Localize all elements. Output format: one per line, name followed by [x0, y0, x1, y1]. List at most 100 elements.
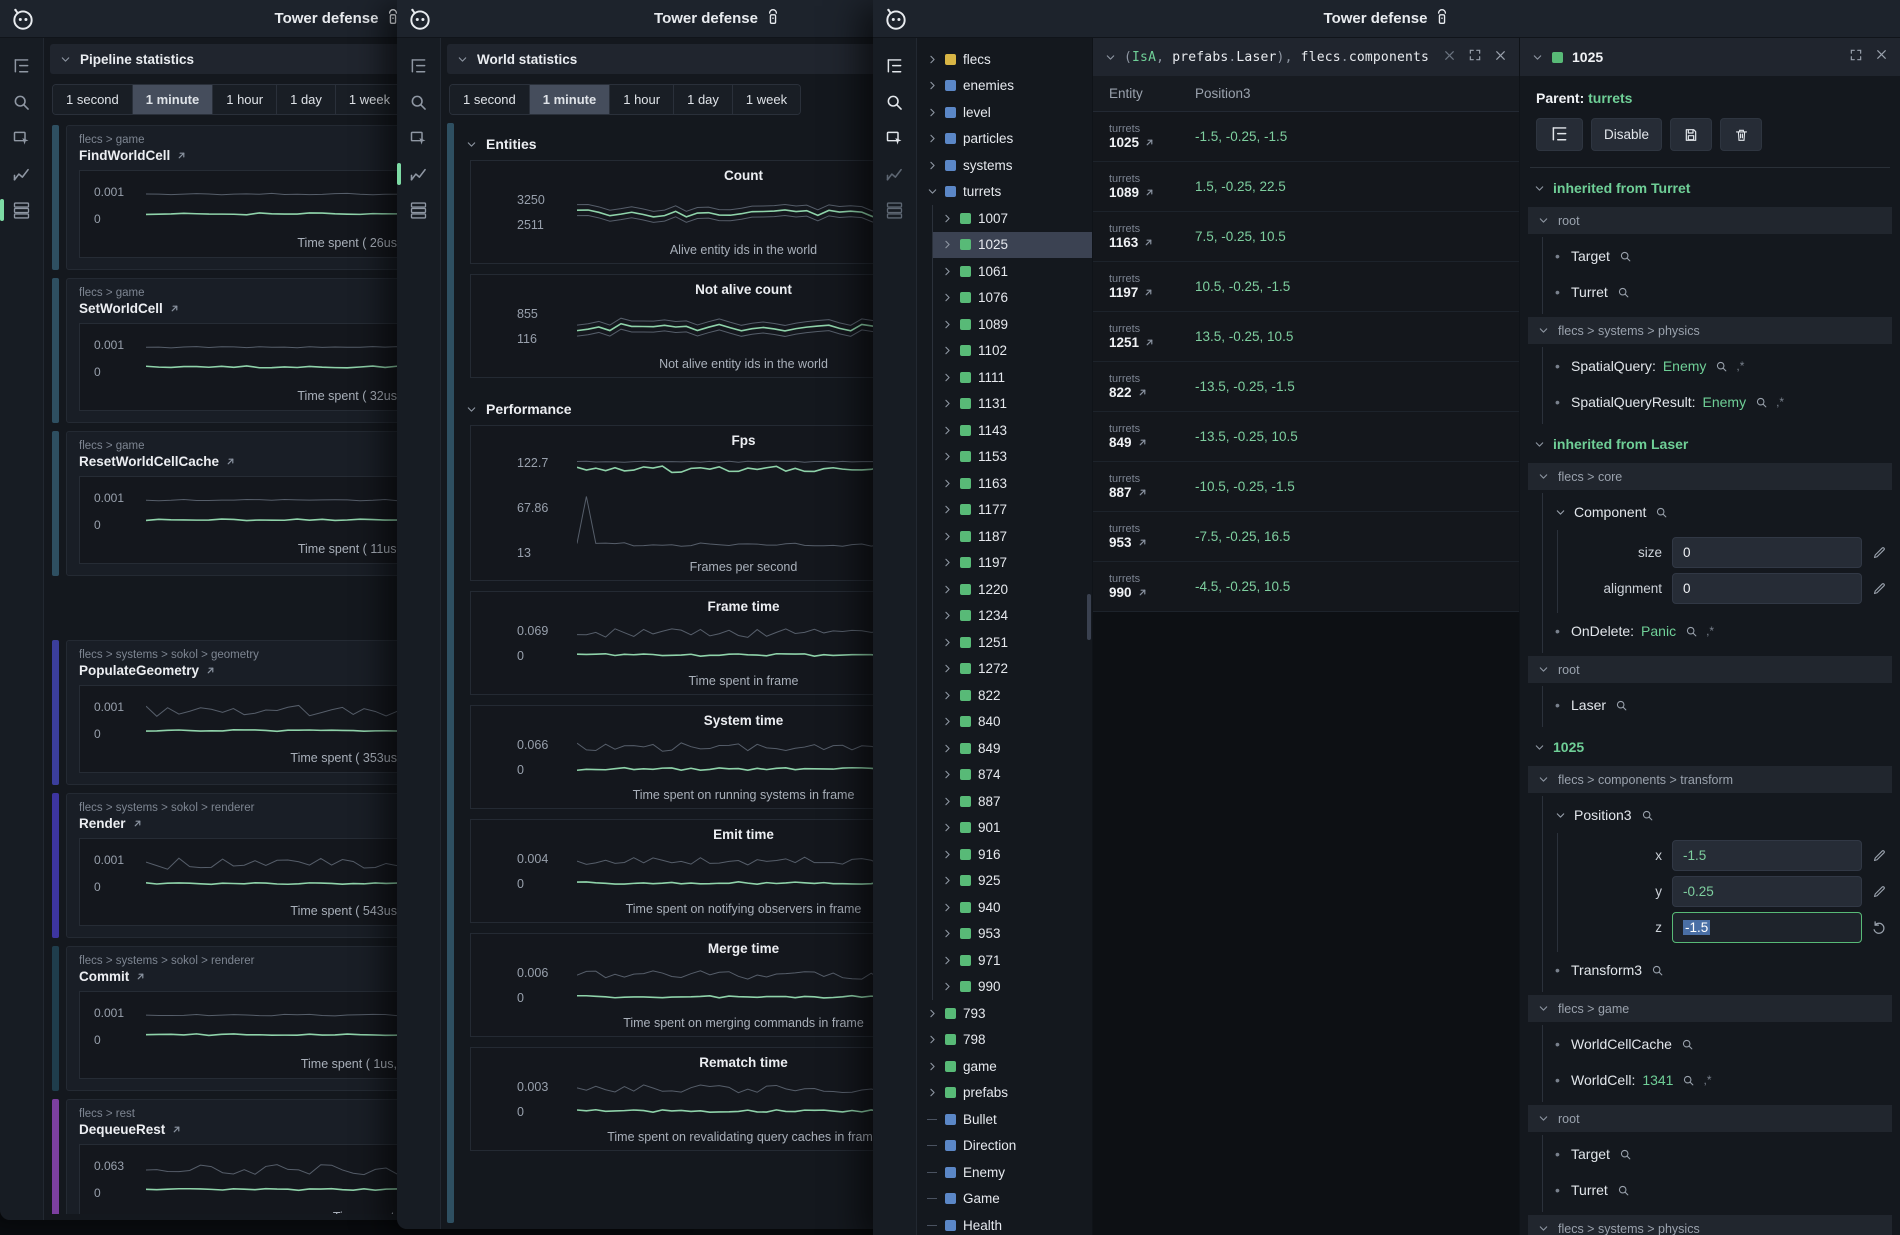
row-entity-id[interactable]: 887 — [1109, 485, 1132, 500]
inspector-section-header[interactable]: 1025 — [1520, 727, 1900, 763]
open-link-icon[interactable] — [135, 971, 146, 982]
tree-item-1007[interactable]: 1007 — [933, 205, 1092, 232]
expand-arrow-icon[interactable] — [942, 690, 953, 701]
chart-title-link[interactable]: FindWorldCell — [79, 148, 170, 163]
open-link-icon[interactable] — [171, 1124, 182, 1135]
row-entity-id[interactable]: 1025 — [1109, 135, 1139, 150]
expand-arrow-icon[interactable] — [942, 743, 953, 754]
time-range-tab[interactable]: 1 day — [277, 85, 336, 114]
pair-target-link[interactable]: 1341 — [1642, 1072, 1673, 1088]
tree-item-822[interactable]: 822 — [933, 682, 1092, 709]
table-sidebar-button[interactable] — [877, 192, 913, 228]
component-group-header[interactable]: flecs > systems > physics — [1528, 1215, 1892, 1235]
tree-item-1089[interactable]: 1089 — [933, 311, 1092, 338]
expand-arrow-icon[interactable] — [942, 981, 953, 992]
row-entity-id[interactable]: 1089 — [1109, 185, 1139, 200]
component-row[interactable]: •Target — [1543, 238, 1900, 274]
tree-item-793[interactable]: 793 — [917, 1000, 1092, 1027]
tree-item-849[interactable]: 849 — [933, 735, 1092, 762]
clear-query-icon[interactable] — [1443, 49, 1456, 66]
chevron-down-icon[interactable] — [1555, 810, 1567, 821]
tree-item-887[interactable]: 887 — [933, 788, 1092, 815]
search-icon[interactable] — [1641, 809, 1654, 822]
tree-item-916[interactable]: 916 — [933, 841, 1092, 868]
search-sidebar-button[interactable] — [4, 84, 40, 120]
open-link-icon[interactable] — [1143, 287, 1154, 298]
expand-arrow-icon[interactable] — [927, 80, 938, 91]
expand-arrow-icon[interactable] — [927, 1034, 938, 1045]
row-entity-id[interactable]: 1251 — [1109, 335, 1139, 350]
expand-arrow-icon[interactable] — [942, 372, 953, 383]
tree-item-1153[interactable]: 1153 — [933, 444, 1092, 471]
time-range-tab[interactable]: 1 second — [53, 85, 133, 114]
expand-arrow-icon[interactable] — [942, 610, 953, 621]
expand-arrow-icon[interactable] — [942, 663, 953, 674]
query-result-row[interactable]: turrets 849 -13.5, -0.25, 10.5 — [1093, 412, 1519, 462]
search-icon[interactable] — [1715, 360, 1728, 373]
delete-button[interactable] — [1720, 118, 1762, 151]
pencil-icon[interactable] — [1872, 848, 1890, 863]
row-entity-id[interactable]: 822 — [1109, 385, 1132, 400]
tree-item-game[interactable]: game — [917, 1053, 1092, 1080]
search-icon[interactable] — [1617, 1184, 1630, 1197]
tree-item-Enemy[interactable]: Enemy — [917, 1159, 1092, 1186]
component-group-header[interactable]: flecs > components > transform — [1528, 766, 1892, 793]
query-result-row[interactable]: turrets 1089 1.5, -0.25, 22.5 — [1093, 162, 1519, 212]
tree-item-990[interactable]: 990 — [933, 974, 1092, 1001]
query-result-row[interactable]: turrets 953 -7.5, -0.25, 16.5 — [1093, 512, 1519, 562]
component-row[interactable]: •WorldCellCache — [1543, 1026, 1900, 1062]
tree-item-turrets[interactable]: turrets — [917, 179, 1092, 206]
expand-arrow-icon[interactable] — [942, 928, 953, 939]
expand-arrow-icon[interactable] — [942, 266, 953, 277]
component-row[interactable]: Component — [1543, 494, 1900, 530]
component-row[interactable]: •Transform3 — [1543, 952, 1900, 988]
time-range-tab[interactable]: 1 week — [336, 85, 403, 114]
tree-item-940[interactable]: 940 — [933, 894, 1092, 921]
time-range-tab[interactable]: 1 second — [450, 85, 530, 114]
query-result-row[interactable]: turrets 1251 13.5, -0.25, 10.5 — [1093, 312, 1519, 362]
tree-scrollbar[interactable] — [1087, 594, 1091, 640]
tree-view-button[interactable] — [1536, 118, 1583, 151]
table-sidebar-button[interactable] — [4, 192, 40, 228]
tree-item-901[interactable]: 901 — [933, 815, 1092, 842]
tree-item-prefabs[interactable]: prefabs — [917, 1080, 1092, 1107]
search-icon[interactable] — [1681, 1038, 1694, 1051]
table-sidebar-button[interactable] — [401, 192, 437, 228]
query-result-row[interactable]: turrets 1025 -1.5, -0.25, -1.5 — [1093, 112, 1519, 162]
tree-item-971[interactable]: 971 — [933, 947, 1092, 974]
field-input-z[interactable]: -1.5 — [1672, 912, 1862, 943]
chart-title-link[interactable]: Render — [79, 816, 126, 831]
expand-arrow-icon[interactable] — [942, 398, 953, 409]
component-row[interactable]: •OnDelete: Panic ,* — [1543, 613, 1900, 649]
chevron-down-icon[interactable] — [1555, 507, 1567, 518]
expand-arrow-icon[interactable] — [942, 716, 953, 727]
select-sidebar-button[interactable] — [877, 120, 913, 156]
query-expression[interactable]: (IsA, prefabs.Laser), flecs.components — [1124, 50, 1435, 65]
tree-item-1177[interactable]: 1177 — [933, 497, 1092, 524]
tree-item-flecs[interactable]: flecs — [917, 46, 1092, 73]
expand-arrow-icon[interactable] — [942, 504, 953, 515]
chart-title-link[interactable]: ResetWorldCellCache — [79, 454, 219, 469]
query-result-row[interactable]: turrets 1163 7.5, -0.25, 10.5 — [1093, 212, 1519, 262]
expand-arrow-icon[interactable] — [942, 637, 953, 648]
chart-title-link[interactable]: SetWorldCell — [79, 301, 163, 316]
expand-arrow-icon[interactable] — [927, 107, 938, 118]
component-group-header[interactable]: root — [1528, 656, 1892, 683]
chart-sidebar-button[interactable] — [4, 156, 40, 192]
time-range-tab[interactable]: 1 minute — [530, 85, 610, 114]
tree-item-systems[interactable]: systems — [917, 152, 1092, 179]
search-icon[interactable] — [1655, 506, 1668, 519]
search-icon[interactable] — [1617, 286, 1630, 299]
field-input-alignment[interactable]: 0 — [1672, 573, 1862, 604]
parent-link[interactable]: turrets — [1588, 90, 1632, 106]
component-row[interactable]: Position3 — [1543, 797, 1900, 833]
expand-arrow-icon[interactable] — [942, 478, 953, 489]
save-button[interactable] — [1670, 118, 1712, 151]
query-result-row[interactable]: turrets 1197 10.5, -0.25, -1.5 — [1093, 262, 1519, 312]
tree-item-840[interactable]: 840 — [933, 709, 1092, 736]
row-entity-id[interactable]: 1197 — [1109, 285, 1138, 300]
expand-arrow-icon[interactable] — [927, 186, 938, 197]
tree-item-1143[interactable]: 1143 — [933, 417, 1092, 444]
tree-item-925[interactable]: 925 — [933, 868, 1092, 895]
expand-arrow-icon[interactable] — [942, 531, 953, 542]
